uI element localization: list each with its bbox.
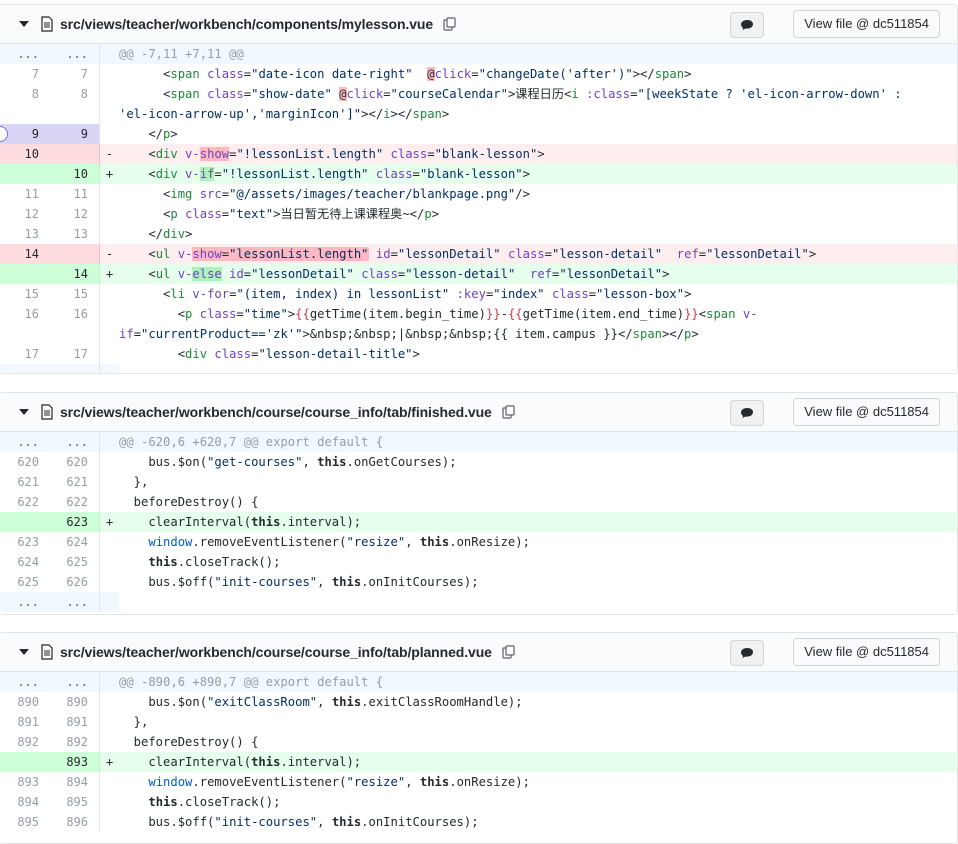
diff-line: 620 620 bus.$on("get-courses", this.onGet… — [0, 452, 957, 472]
diff-line: 623 624 window.removeEventListener("resiz… — [0, 532, 957, 552]
comment-button[interactable] — [730, 640, 764, 666]
file-header: src/views/teacher/workbench/components/m… — [0, 5, 957, 44]
diff-line: 16 16 <p class="time">{{getTime(item.begi… — [0, 304, 957, 324]
diff-line: 13 13 </div> — [0, 224, 957, 244]
diff-line: 894 895 this.closeTrack(); — [0, 792, 957, 812]
expand-lines[interactable]: ...... — [0, 592, 957, 612]
expand-lines[interactable]: ...... — [0, 364, 957, 373]
file-path[interactable]: src/views/teacher/workbench/course/cours… — [60, 404, 492, 420]
file-icon — [41, 16, 53, 32]
file-icon — [41, 644, 53, 660]
diff-line: 890 890 bus.$on("exitClassRoom", this.exi… — [0, 692, 957, 712]
comment-button[interactable] — [730, 12, 764, 38]
file-path[interactable]: src/views/teacher/workbench/course/cours… — [60, 644, 492, 660]
file-header: src/views/teacher/workbench/course/cours… — [0, 633, 957, 672]
copy-path-icon[interactable] — [502, 645, 516, 659]
diff-file-mylesson: src/views/teacher/workbench/components/m… — [0, 4, 958, 374]
collapse-caret-icon[interactable] — [19, 21, 29, 27]
diff-line: 99 </p> — [0, 124, 957, 144]
file-header: src/views/teacher/workbench/course/cours… — [0, 393, 957, 432]
diff-file-planned: src/views/teacher/workbench/course/cours… — [0, 632, 958, 844]
comment-icon — [741, 20, 753, 30]
diff-line: 622 622 beforeDestroy() { — [0, 492, 957, 512]
diff-line: 17 17 <div class="lesson-detail-title"> — [0, 344, 957, 364]
hunk-header: ...... @@ -620,6 +620,7 @@ export default… — [0, 432, 957, 452]
diff-file-finished: src/views/teacher/workbench/course/cours… — [0, 392, 958, 615]
file-icon — [41, 404, 53, 420]
hunk-header: ...... @@ -7,11 +7,11 @@ — [0, 44, 957, 64]
comment-button[interactable] — [730, 400, 764, 426]
view-file-button[interactable]: View file @ dc511854 — [793, 398, 940, 426]
diff-line-added: 893 + clearInterval(this.interval); — [0, 752, 957, 772]
diff-line-added: 14 + <ul v-else id="lessonDetail" class="… — [0, 264, 957, 284]
collapse-caret-icon[interactable] — [19, 409, 29, 415]
diff-line-deleted: 10- <div v-show="!lessonList.length" cla… — [0, 144, 957, 164]
diff-line-wrap: if="currentProduct=='zk'">&nbsp;&nbsp;|&… — [0, 324, 957, 344]
diff-line-added: 623 + clearInterval(this.interval); — [0, 512, 957, 532]
diff-line: 893 894 window.removeEventListener("resiz… — [0, 772, 957, 792]
diff-line: 892 892 beforeDestroy() { — [0, 732, 957, 752]
view-file-button[interactable]: View file @ dc511854 — [793, 638, 940, 666]
copy-path-icon[interactable] — [502, 405, 516, 419]
collapse-caret-icon[interactable] — [19, 649, 29, 655]
diff-line: 625 626 bus.$off("init-courses", this.onI… — [0, 572, 957, 592]
diff-line-wrap: 'el-icon-arrow-up','marginIcon']"></i></… — [0, 104, 957, 124]
diff-line: 88 <span class="show-date" @click="cours… — [0, 84, 957, 104]
hunk-header: ...... @@ -890,6 +890,7 @@ export default… — [0, 672, 957, 692]
view-file-button[interactable]: View file @ dc511854 — [793, 10, 940, 38]
diff-line: 12 12 <p class="text">当日暂无待上课课程奥~</p> — [0, 204, 957, 224]
diff-line: 621 621 }, — [0, 472, 957, 492]
diff-line: 11 11 <img src="@/assets/images/teacher/b… — [0, 184, 957, 204]
diff-line: 891 891 }, — [0, 712, 957, 732]
file-path[interactable]: src/views/teacher/workbench/components/m… — [60, 16, 433, 32]
diff-line: 77 <span class="date-icon date-right" @c… — [0, 64, 957, 84]
diff-line-added: 10 + <div v-if="!lessonList.length" class… — [0, 164, 957, 184]
diff-line: 15 15 <li v-for="(item, index) in lessonL… — [0, 284, 957, 304]
comment-icon — [741, 648, 753, 658]
diff-line: 624 625 this.closeTrack(); — [0, 552, 957, 572]
comment-icon — [741, 408, 753, 418]
diff-line: 895 896 bus.$off("init-courses", this.onI… — [0, 812, 957, 832]
copy-path-icon[interactable] — [443, 17, 457, 31]
diff-line-deleted: 14- <ul v-show="lessonList.length" id="l… — [0, 244, 957, 264]
